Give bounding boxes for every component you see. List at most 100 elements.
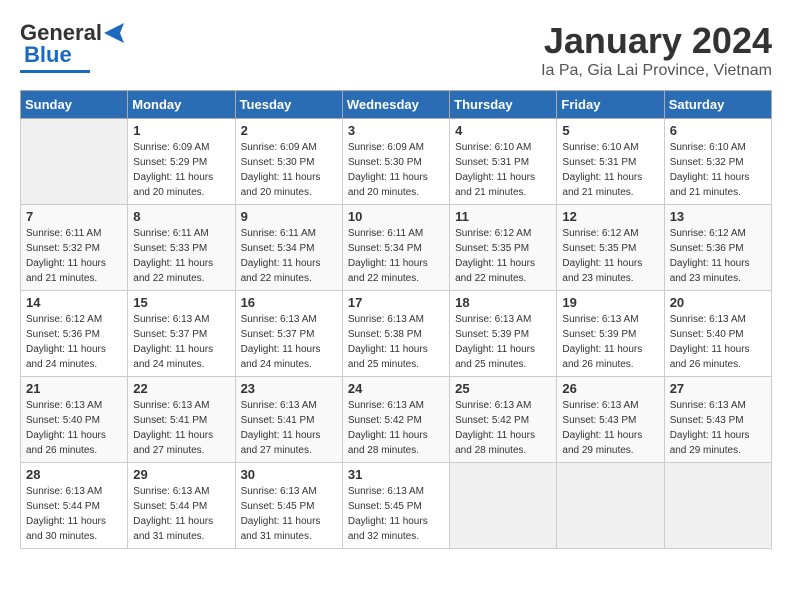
day-info: Sunrise: 6:13 AM Sunset: 5:42 PM Dayligh… [455,398,551,458]
calendar-cell: 1 Sunrise: 6:09 AM Sunset: 5:29 PM Dayli… [128,119,235,205]
sunrise-text: Sunrise: 6:11 AM [348,228,423,239]
day-number: 4 [455,123,551,138]
day-number: 17 [348,295,444,310]
logo-blue: Blue [24,42,72,68]
calendar-cell: 9 Sunrise: 6:11 AM Sunset: 5:34 PM Dayli… [235,205,342,291]
sunset-text: Sunset: 5:34 PM [348,243,422,254]
page-subtitle: Ia Pa, Gia Lai Province, Vietnam [541,62,772,80]
day-number: 18 [455,295,551,310]
day-info: Sunrise: 6:11 AM Sunset: 5:33 PM Dayligh… [133,226,229,286]
sunrise-text: Sunrise: 6:13 AM [133,400,209,411]
day-number: 20 [670,295,766,310]
day-info: Sunrise: 6:12 AM Sunset: 5:35 PM Dayligh… [455,226,551,286]
day-info: Sunrise: 6:11 AM Sunset: 5:34 PM Dayligh… [241,226,337,286]
daylight-text: Daylight: 11 hours and 24 minutes. [241,344,321,370]
sunset-text: Sunset: 5:43 PM [670,415,744,426]
sunrise-text: Sunrise: 6:11 AM [26,228,101,239]
sunrise-text: Sunrise: 6:12 AM [562,228,638,239]
daylight-text: Daylight: 11 hours and 24 minutes. [26,344,106,370]
day-number: 29 [133,467,229,482]
daylight-text: Daylight: 11 hours and 22 minutes. [241,258,321,284]
daylight-text: Daylight: 11 hours and 26 minutes. [562,344,642,370]
day-info: Sunrise: 6:12 AM Sunset: 5:35 PM Dayligh… [562,226,658,286]
calendar-cell: 13 Sunrise: 6:12 AM Sunset: 5:36 PM Dayl… [664,205,771,291]
day-info: Sunrise: 6:13 AM Sunset: 5:44 PM Dayligh… [133,484,229,544]
calendar-cell [664,463,771,549]
sunset-text: Sunset: 5:35 PM [455,243,529,254]
daylight-text: Daylight: 11 hours and 32 minutes. [348,516,428,542]
calendar-cell: 7 Sunrise: 6:11 AM Sunset: 5:32 PM Dayli… [21,205,128,291]
sunset-text: Sunset: 5:40 PM [670,329,744,340]
sunrise-text: Sunrise: 6:11 AM [241,228,316,239]
page-header: General Blue January 2024 Ia Pa, Gia Lai… [20,20,772,80]
sunrise-text: Sunrise: 6:13 AM [133,314,209,325]
calendar-cell: 4 Sunrise: 6:10 AM Sunset: 5:31 PM Dayli… [450,119,557,205]
day-number: 5 [562,123,658,138]
day-info: Sunrise: 6:12 AM Sunset: 5:36 PM Dayligh… [670,226,766,286]
sunrise-text: Sunrise: 6:13 AM [670,314,746,325]
sunrise-text: Sunrise: 6:13 AM [241,314,317,325]
daylight-text: Daylight: 11 hours and 22 minutes. [133,258,213,284]
calendar-header-monday: Monday [128,91,235,119]
day-number: 6 [670,123,766,138]
day-number: 8 [133,209,229,224]
day-number: 2 [241,123,337,138]
day-info: Sunrise: 6:13 AM Sunset: 5:39 PM Dayligh… [562,312,658,372]
day-info: Sunrise: 6:10 AM Sunset: 5:32 PM Dayligh… [670,140,766,200]
sunrise-text: Sunrise: 6:13 AM [455,314,531,325]
daylight-text: Daylight: 11 hours and 23 minutes. [670,258,750,284]
sunrise-text: Sunrise: 6:13 AM [562,314,638,325]
day-number: 30 [241,467,337,482]
day-info: Sunrise: 6:11 AM Sunset: 5:32 PM Dayligh… [26,226,122,286]
day-number: 31 [348,467,444,482]
calendar-header-row: SundayMondayTuesdayWednesdayThursdayFrid… [21,91,772,119]
sunset-text: Sunset: 5:38 PM [348,329,422,340]
sunset-text: Sunset: 5:33 PM [133,243,207,254]
sunrise-text: Sunrise: 6:12 AM [670,228,746,239]
day-number: 28 [26,467,122,482]
daylight-text: Daylight: 11 hours and 21 minutes. [562,172,642,198]
daylight-text: Daylight: 11 hours and 20 minutes. [241,172,321,198]
calendar-cell: 21 Sunrise: 6:13 AM Sunset: 5:40 PM Dayl… [21,377,128,463]
daylight-text: Daylight: 11 hours and 31 minutes. [133,516,213,542]
day-info: Sunrise: 6:13 AM Sunset: 5:43 PM Dayligh… [670,398,766,458]
day-number: 13 [670,209,766,224]
daylight-text: Daylight: 11 hours and 30 minutes. [26,516,106,542]
day-number: 3 [348,123,444,138]
calendar-cell: 5 Sunrise: 6:10 AM Sunset: 5:31 PM Dayli… [557,119,664,205]
day-info: Sunrise: 6:13 AM Sunset: 5:45 PM Dayligh… [348,484,444,544]
day-number: 26 [562,381,658,396]
sunset-text: Sunset: 5:39 PM [562,329,636,340]
sunset-text: Sunset: 5:32 PM [670,157,744,168]
sunset-text: Sunset: 5:37 PM [241,329,315,340]
sunset-text: Sunset: 5:42 PM [348,415,422,426]
sunrise-text: Sunrise: 6:11 AM [133,228,208,239]
daylight-text: Daylight: 11 hours and 29 minutes. [670,430,750,456]
day-info: Sunrise: 6:11 AM Sunset: 5:34 PM Dayligh… [348,226,444,286]
calendar-cell: 31 Sunrise: 6:13 AM Sunset: 5:45 PM Dayl… [342,463,449,549]
sunset-text: Sunset: 5:30 PM [348,157,422,168]
sunset-text: Sunset: 5:35 PM [562,243,636,254]
calendar-cell: 28 Sunrise: 6:13 AM Sunset: 5:44 PM Dayl… [21,463,128,549]
sunrise-text: Sunrise: 6:13 AM [348,486,424,497]
day-info: Sunrise: 6:13 AM Sunset: 5:39 PM Dayligh… [455,312,551,372]
calendar-header-tuesday: Tuesday [235,91,342,119]
day-number: 1 [133,123,229,138]
calendar-header-sunday: Sunday [21,91,128,119]
day-info: Sunrise: 6:12 AM Sunset: 5:36 PM Dayligh… [26,312,122,372]
daylight-text: Daylight: 11 hours and 29 minutes. [562,430,642,456]
sunrise-text: Sunrise: 6:13 AM [348,400,424,411]
day-number: 24 [348,381,444,396]
calendar-cell: 19 Sunrise: 6:13 AM Sunset: 5:39 PM Dayl… [557,291,664,377]
daylight-text: Daylight: 11 hours and 26 minutes. [670,344,750,370]
daylight-text: Daylight: 11 hours and 25 minutes. [348,344,428,370]
daylight-text: Daylight: 11 hours and 28 minutes. [455,430,535,456]
day-info: Sunrise: 6:13 AM Sunset: 5:44 PM Dayligh… [26,484,122,544]
sunset-text: Sunset: 5:32 PM [26,243,100,254]
calendar-cell: 24 Sunrise: 6:13 AM Sunset: 5:42 PM Dayl… [342,377,449,463]
calendar-cell: 6 Sunrise: 6:10 AM Sunset: 5:32 PM Dayli… [664,119,771,205]
calendar-cell [557,463,664,549]
calendar-week-row: 28 Sunrise: 6:13 AM Sunset: 5:44 PM Dayl… [21,463,772,549]
day-info: Sunrise: 6:13 AM Sunset: 5:42 PM Dayligh… [348,398,444,458]
day-info: Sunrise: 6:13 AM Sunset: 5:45 PM Dayligh… [241,484,337,544]
